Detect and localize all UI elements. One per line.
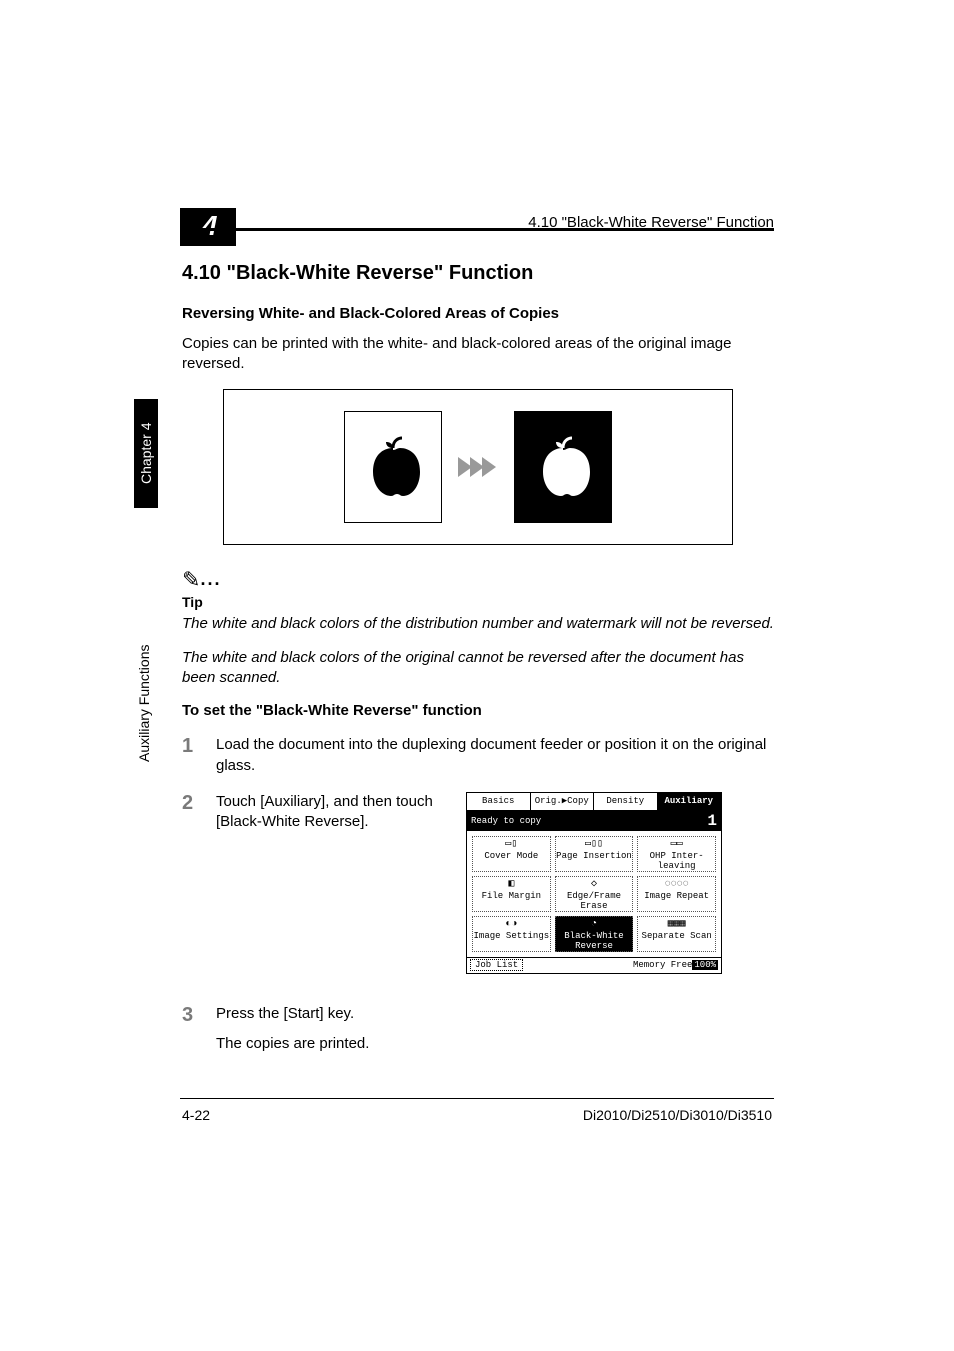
btn-ohp-interleaving[interactable]: ▭▭OHP Inter-leaving — [637, 836, 716, 872]
page-insertion-icon: ▭▯▯ — [556, 838, 633, 851]
arrow-icon — [460, 457, 496, 477]
image-settings-icon: ◐◑ — [473, 918, 550, 931]
step-text: Touch [Auxiliary], and then touch [Black… — [216, 792, 436, 833]
illustration-original-panel — [344, 411, 442, 523]
memory-indicator: Memory Free100% — [633, 960, 718, 970]
separate-scan-icon: ▦▦▦ — [638, 918, 715, 931]
black-white-reverse-icon: ◔ — [556, 918, 633, 931]
content-column: 4.10 "Black-White Reverse" Function Reve… — [182, 262, 774, 1054]
copy-count: 1 — [707, 812, 717, 830]
btn-image-settings[interactable]: ◐◑Image Settings — [472, 916, 551, 952]
page-number: 4-22 — [182, 1107, 210, 1123]
screen-footer: Job List Memory Free100% — [467, 957, 721, 973]
screen-tabs: Basics Orig.▶Copy Density Auxiliary — [467, 793, 721, 811]
cover-mode-icon: ▭▯ — [473, 838, 550, 851]
step-3: 3 Press the [Start] key. The copies are … — [182, 1004, 774, 1055]
step-text-block: Press the [Start] key. The copies are pr… — [216, 1004, 369, 1055]
btn-image-repeat[interactable]: ◌◌◌◌Image Repeat — [637, 876, 716, 912]
step-text: Load the document into the duplexing doc… — [216, 735, 774, 776]
btn-job-list[interactable]: Job List — [470, 959, 523, 971]
model-list: Di2010/Di2510/Di3010/Di3510 — [583, 1107, 772, 1123]
tip-label: Tip — [182, 594, 774, 610]
tip-line-1: The white and black colors of the distri… — [182, 614, 774, 634]
page: 4 4.10 "Black-White Reverse" Function Ch… — [0, 0, 954, 1351]
status-bar: Ready to copy 1 — [467, 811, 721, 831]
edge-frame-erase-icon: ◇ — [556, 878, 633, 891]
howto-heading: To set the "Black-White Reverse" functio… — [182, 702, 774, 719]
side-auxiliary-label: Auxiliary Functions — [136, 645, 152, 763]
step-number: 3 — [182, 1004, 200, 1055]
btn-edge-frame-erase[interactable]: ◇Edge/Frame Erase — [555, 876, 634, 912]
tab-basics[interactable]: Basics — [467, 793, 531, 811]
btn-black-white-reverse[interactable]: ◔Black-White Reverse — [555, 916, 634, 952]
memory-percent: 100% — [692, 960, 718, 970]
page-footer: 4-22 Di2010/Di2510/Di3010/Di3510 — [182, 1107, 772, 1123]
status-text: Ready to copy — [471, 816, 541, 826]
image-repeat-icon: ◌◌◌◌ — [638, 878, 715, 891]
illustration-frame — [223, 389, 733, 545]
side-chapter-label: Chapter 4 — [134, 399, 158, 508]
tip-line-2: The white and black colors of the origin… — [182, 648, 774, 689]
section-subtitle: Reversing White- and Black-Colored Areas… — [182, 305, 774, 322]
step-2: 2 Touch [Auxiliary], and then touch [Bla… — [182, 792, 774, 974]
btn-file-margin[interactable]: ◧File Margin — [472, 876, 551, 912]
auxiliary-grid: ▭▯Cover Mode ▭▯▯Page Insertion ▭▭OHP Int… — [467, 831, 721, 957]
side-chapter-box: Chapter 4 — [134, 399, 158, 508]
step-result: The copies are printed. — [216, 1034, 369, 1054]
header-rule — [180, 228, 774, 231]
btn-page-insertion[interactable]: ▭▯▯Page Insertion — [555, 836, 634, 872]
illustration-reversed-panel — [514, 411, 612, 523]
step-number: 2 — [182, 792, 200, 974]
tab-auxiliary[interactable]: Auxiliary — [658, 793, 722, 811]
footer-rule — [180, 1098, 774, 1099]
step-1: 1 Load the document into the duplexing d… — [182, 735, 774, 776]
apple-black-icon — [366, 436, 420, 498]
ohp-interleaving-icon: ▭▭ — [638, 838, 715, 851]
btn-separate-scan[interactable]: ▦▦▦Separate Scan — [637, 916, 716, 952]
memory-label: Memory Free — [633, 960, 692, 970]
tab-orig-copy[interactable]: Orig.▶Copy — [531, 793, 595, 811]
file-margin-icon: ◧ — [473, 878, 550, 891]
page-header: 4 4.10 "Black-White Reverse" Function — [180, 208, 774, 246]
pencil-icon: ✎ — [182, 567, 200, 593]
intro-paragraph: Copies can be printed with the white- an… — [182, 334, 774, 375]
section-title: 4.10 "Black-White Reverse" Function — [182, 262, 774, 285]
step-text: Press the [Start] key. — [216, 1004, 369, 1024]
step-number: 1 — [182, 735, 200, 776]
btn-cover-mode[interactable]: ▭▯Cover Mode — [472, 836, 551, 872]
apple-white-icon — [536, 436, 590, 498]
touchscreen-figure: Basics Orig.▶Copy Density Auxiliary Read… — [466, 792, 722, 974]
tip-block: ✎... Tip The white and black colors of t… — [182, 567, 774, 689]
chapter-number-box: 4 — [180, 208, 236, 246]
tab-density[interactable]: Density — [594, 793, 658, 811]
ellipsis-icon: ... — [200, 569, 221, 589]
